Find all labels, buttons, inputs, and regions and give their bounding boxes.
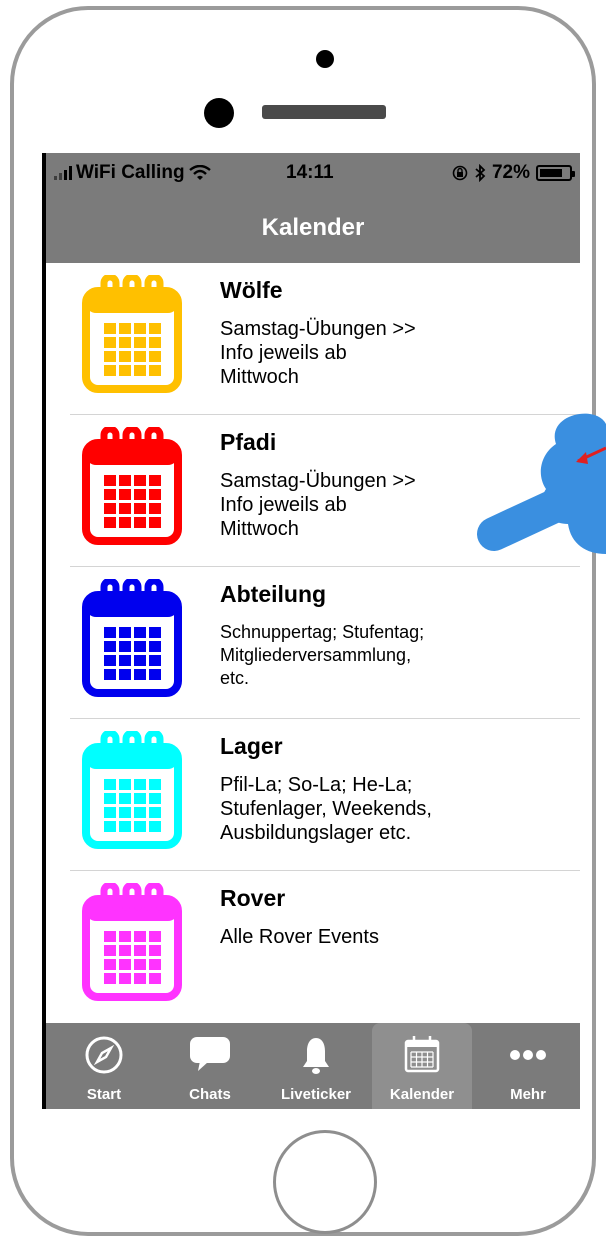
calendar-description: Samstag-Übungen >> Info jeweils ab Mittw… xyxy=(220,470,416,540)
bluetooth-icon xyxy=(475,164,486,182)
tab-bar: Start Chats Liveticker Kalender Mehr xyxy=(46,1023,580,1109)
calendar-icon xyxy=(82,275,182,393)
calendar-icon xyxy=(82,579,182,697)
calendar-title: Pfadi xyxy=(220,429,277,455)
earpiece-speaker xyxy=(262,105,386,119)
clock: 14:11 xyxy=(286,162,334,183)
chat-bubble-icon xyxy=(190,1037,230,1071)
calendar-title: Rover xyxy=(220,885,286,911)
calendar-row-lager[interactable]: Lager Pfil-La; So-La; He-La; Stufenlager… xyxy=(70,719,580,871)
calendar-icon xyxy=(82,427,182,545)
calendar-description: Pfil-La; So-La; He-La; Stufenlager, Week… xyxy=(220,774,432,844)
battery-percent: 72% xyxy=(491,162,530,183)
calendar-row-abteilung[interactable]: Abteilung Schnuppertag; Stufentag; Mitgl… xyxy=(70,567,580,719)
tab-label: Mehr xyxy=(510,1086,546,1103)
more-dots-icon xyxy=(510,1050,546,1060)
sensor-dot xyxy=(204,98,234,128)
calendar-title: Abteilung xyxy=(220,581,327,607)
calendar-title: Wölfe xyxy=(220,277,283,303)
calendar-title: Lager xyxy=(220,733,283,759)
tab-mehr[interactable]: Mehr xyxy=(478,1023,578,1109)
tap-hint-hand-icon xyxy=(477,413,606,554)
calendar-row-wölfe[interactable]: Wölfe Samstag-Übungen >> Info jeweils ab… xyxy=(70,263,580,415)
tab-start[interactable]: Start xyxy=(54,1023,154,1109)
bell-icon xyxy=(303,1038,329,1074)
battery-icon xyxy=(536,165,575,181)
tab-chats[interactable]: Chats xyxy=(160,1023,260,1109)
wifi-icon xyxy=(188,165,211,180)
front-camera xyxy=(316,50,334,68)
rotation-lock-icon xyxy=(452,165,468,181)
calendar-icon xyxy=(404,1036,440,1073)
calendar-icon xyxy=(82,731,182,849)
tab-liveticker[interactable]: Liveticker xyxy=(266,1023,366,1109)
page-title: Kalender xyxy=(261,214,365,241)
calendar-description: Alle Rover Events xyxy=(220,926,379,948)
calendar-row-rover[interactable]: Rover Alle Rover Events xyxy=(70,871,580,1026)
calendar-list: Wölfe Samstag-Übungen >> Info jeweils ab… xyxy=(46,263,580,1026)
nav-bar: Kalender xyxy=(46,193,580,263)
calendar-icon xyxy=(82,883,182,1001)
tab-label: Kalender xyxy=(389,1086,455,1103)
tab-label: Chats xyxy=(189,1086,231,1103)
signal-icon xyxy=(54,166,72,180)
tab-label: Liveticker xyxy=(280,1086,352,1103)
calendar-description: Samstag-Übungen >> Info jeweils ab Mittw… xyxy=(220,318,416,388)
tab-kalender[interactable]: Kalender xyxy=(372,1023,472,1109)
compass-icon xyxy=(85,1036,123,1074)
tab-label: Start xyxy=(86,1086,122,1103)
carrier-label: WiFi Calling xyxy=(76,162,185,183)
home-button[interactable] xyxy=(273,1130,377,1234)
calendar-description: Schnuppertag; Stufentag; Mitgliederversa… xyxy=(220,622,425,688)
app-screen: WiFi Calling 14:11 72% Kalender Wölfe Sa… xyxy=(42,153,580,1109)
status-bar: WiFi Calling 14:11 72% xyxy=(46,153,580,193)
